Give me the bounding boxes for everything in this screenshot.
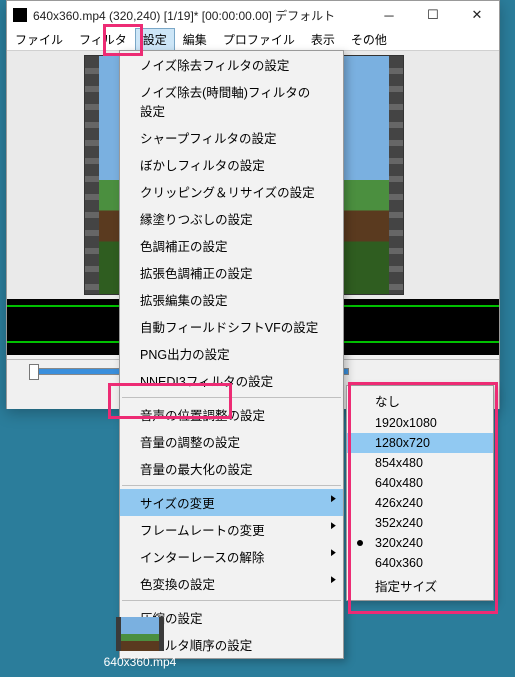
close-button[interactable]: ✕ [455, 1, 499, 29]
dropdown-item[interactable]: サイズの変更 [120, 489, 343, 516]
submenu-item[interactable]: 854x480 [347, 453, 493, 473]
minimize-button[interactable]: ─ [367, 1, 411, 29]
dropdown-item[interactable]: 拡張編集の設定 [120, 286, 343, 313]
dropdown-item[interactable]: 色調補正の設定 [120, 232, 343, 259]
dropdown-item[interactable]: PNG出力の設定 [120, 340, 343, 367]
dropdown-item[interactable]: NNEDI3フィルタの設定 [120, 367, 343, 394]
film-strip-left [85, 56, 99, 294]
seek-thumb[interactable] [29, 364, 39, 380]
file-thumbnail [116, 617, 164, 651]
dropdown-item[interactable]: 縁塗りつぶしの設定 [120, 205, 343, 232]
menu-file[interactable]: ファイル [7, 28, 71, 51]
film-strip-right [389, 56, 403, 294]
dropdown-item[interactable]: クリッピング＆リサイズの設定 [120, 178, 343, 205]
dropdown-item[interactable]: フレームレートの変更 [120, 516, 343, 543]
menu-other[interactable]: その他 [343, 28, 395, 51]
settings-dropdown: ノイズ除去フィルタの設定ノイズ除去(時間軸)フィルタの設定シャープフィルタの設定… [119, 50, 344, 659]
desktop-file[interactable]: 640x360.mp4 [99, 617, 181, 669]
menu-separator [122, 485, 341, 486]
dropdown-item[interactable]: 拡張色調補正の設定 [120, 259, 343, 286]
submenu-item[interactable]: 352x240 [347, 513, 493, 533]
menu-profile[interactable]: プロファイル [215, 28, 303, 51]
file-label: 640x360.mp4 [99, 655, 181, 669]
submenu-item[interactable]: 640x480 [347, 473, 493, 493]
submenu-item[interactable]: なし [347, 388, 493, 413]
maximize-button[interactable]: ☐ [411, 1, 455, 29]
submenu-item[interactable]: 640x360 [347, 553, 493, 573]
dropdown-item[interactable]: シャープフィルタの設定 [120, 124, 343, 151]
dropdown-item[interactable]: 色変換の設定 [120, 570, 343, 597]
window-title: 640x360.mp4 (320,240) [1/19]* [00:00:00.… [33, 7, 367, 24]
dropdown-item[interactable]: インターレースの解除 [120, 543, 343, 570]
menubar: ファイル フィルタ 設定 編集 プロファイル 表示 その他 [7, 29, 499, 51]
app-icon [13, 8, 27, 22]
dropdown-item[interactable]: 音量の調整の設定 [120, 428, 343, 455]
size-submenu: なし1920x10801280x720854x480640x480426x240… [346, 385, 494, 601]
menu-settings[interactable]: 設定 [135, 28, 175, 51]
titlebar: 640x360.mp4 (320,240) [1/19]* [00:00:00.… [7, 1, 499, 29]
dropdown-item[interactable]: ぼかしフィルタの設定 [120, 151, 343, 178]
submenu-item[interactable]: 320x240 [347, 533, 493, 553]
menu-separator [122, 397, 341, 398]
menu-filter[interactable]: フィルタ [71, 28, 135, 51]
submenu-item[interactable]: 指定サイズ [347, 573, 493, 598]
dropdown-item[interactable]: 音量の最大化の設定 [120, 455, 343, 482]
check-dot-icon [357, 540, 363, 546]
dropdown-item[interactable]: 音声の位置調整の設定 [120, 401, 343, 428]
dropdown-item[interactable]: 自動フィールドシフトVFの設定 [120, 313, 343, 340]
menu-separator [122, 600, 341, 601]
dropdown-item[interactable]: ノイズ除去(時間軸)フィルタの設定 [120, 78, 343, 124]
menu-view[interactable]: 表示 [303, 28, 343, 51]
submenu-item[interactable]: 1920x1080 [347, 413, 493, 433]
submenu-item[interactable]: 1280x720 [347, 433, 493, 453]
submenu-item[interactable]: 426x240 [347, 493, 493, 513]
dropdown-item[interactable]: ノイズ除去フィルタの設定 [120, 51, 343, 78]
menu-edit[interactable]: 編集 [175, 28, 215, 51]
